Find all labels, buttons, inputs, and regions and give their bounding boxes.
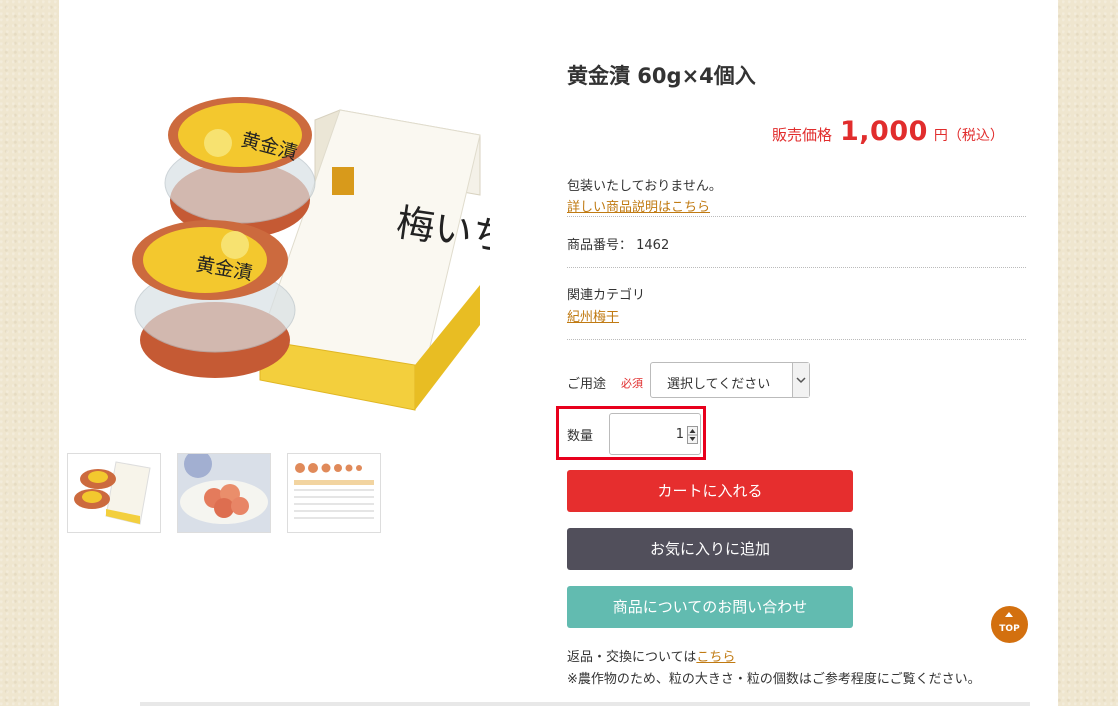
required-badge: 必須: [621, 377, 643, 390]
add-to-favorites-button[interactable]: お気に入りに追加: [567, 528, 853, 570]
arrow-up-icon: [1005, 612, 1013, 617]
usage-select-value: 選択してください: [667, 377, 771, 392]
inquiry-button[interactable]: 商品についてのお問い合わせ: [567, 586, 853, 628]
price-label: 販売価格: [772, 126, 833, 144]
packaging-note: 包装いたしておりません。: [567, 179, 722, 194]
details-link[interactable]: 詳しい商品説明はこちら: [567, 196, 710, 215]
top-label: TOP: [999, 624, 1020, 634]
product-number: 商品番号： 1462: [567, 238, 670, 253]
thumbnail-plum-plate[interactable]: [177, 453, 271, 533]
quantity-label: 数量: [567, 429, 594, 444]
product-title: 黄金漬 60g×4個入: [567, 64, 756, 88]
divider: [567, 339, 1026, 340]
category-label: 関連カテゴリ: [567, 288, 646, 303]
divider: [567, 216, 1026, 217]
quantity-stepper[interactable]: 1: [609, 413, 701, 455]
price-row: 販売価格 1,000 円（税込）: [772, 116, 1004, 147]
spinner-arrows-icon[interactable]: [687, 426, 698, 444]
thumbnail-product-set[interactable]: [67, 453, 161, 533]
chevron-down-icon: [792, 363, 809, 397]
back-to-top-button[interactable]: TOP: [991, 606, 1028, 643]
usage-select[interactable]: 選択してください: [650, 362, 810, 398]
add-to-cart-button[interactable]: カートに入れる: [567, 470, 853, 512]
category-link[interactable]: 紀州梅干: [567, 306, 619, 325]
price-unit: 円（税込）: [933, 128, 1004, 144]
returns-note: 返品・交換についてはこちら: [567, 646, 735, 665]
divider: [567, 267, 1026, 268]
bottom-divider: [140, 702, 1030, 706]
price-value: 1,000: [840, 116, 928, 147]
main-product-image: 梅いちばん 黄金漬 黄金漬: [110, 95, 588, 425]
thumbnail-size-chart[interactable]: [287, 453, 381, 533]
quantity-value: 1: [675, 427, 684, 442]
returns-link[interactable]: こちら: [696, 650, 735, 665]
usage-label: ご用途: [567, 377, 607, 392]
returns-prefix: 返品・交換については: [567, 650, 697, 665]
disclaimer-note: ※農作物のため、粒の大きさ・粒の個数はご参考程度にご覧ください。: [567, 672, 981, 687]
